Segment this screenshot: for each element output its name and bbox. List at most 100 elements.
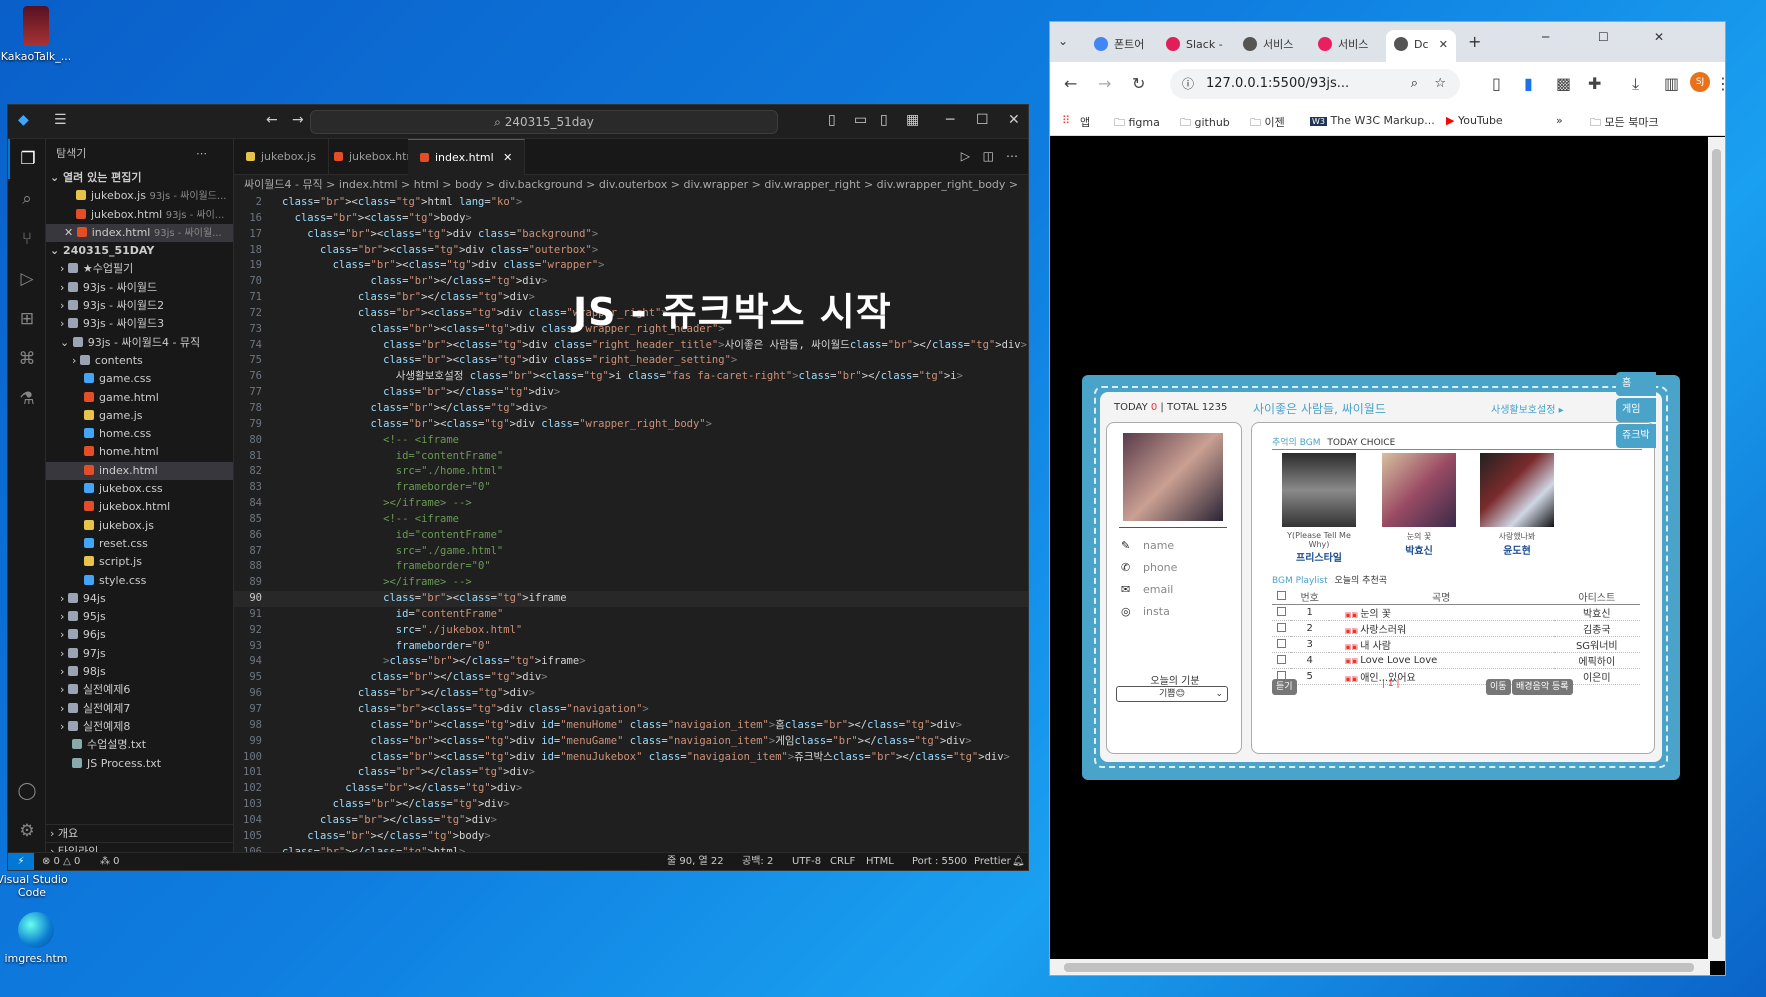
- file-tree-item[interactable]: › contents: [46, 352, 233, 370]
- more-bookmarks-icon[interactable]: »: [1556, 114, 1563, 127]
- bookmark-ezen[interactable]: 🗀︎ 이젠: [1250, 114, 1285, 133]
- code-line[interactable]: 91 id="contentFrame": [234, 607, 1028, 623]
- file-tree-item[interactable]: › 95js: [46, 608, 233, 626]
- toggle-sidebar-icon[interactable]: ▯: [828, 112, 836, 128]
- file-tree-item[interactable]: › 실전예제7: [46, 700, 233, 718]
- file-tree-item[interactable]: game.js: [46, 407, 233, 425]
- desktop-icon-imgres[interactable]: imgres.htm: [0, 912, 72, 965]
- live-server-port[interactable]: Port : 5500: [912, 853, 967, 870]
- maximize-button[interactable]: ☐: [976, 112, 989, 128]
- apps-icon[interactable]: ⠿: [1062, 114, 1070, 127]
- code-line[interactable]: 83 frameborder="0": [234, 480, 1028, 496]
- code-line[interactable]: 96 class="br"></class="tg">div>: [234, 686, 1028, 702]
- file-tree-item[interactable]: › 실전예제6: [46, 681, 233, 699]
- code-line[interactable]: 16 class="br"><class="tg">body>: [234, 211, 1028, 227]
- code-line[interactable]: 18 class="br"><class="tg">div class="out…: [234, 243, 1028, 259]
- reload-icon[interactable]: ↻: [1132, 74, 1145, 93]
- file-tree-item[interactable]: › 실전예제8: [46, 718, 233, 736]
- file-tree-item[interactable]: JS Process.txt: [46, 755, 233, 773]
- back-arrow-icon[interactable]: ←: [1064, 74, 1077, 93]
- download-icon[interactable]: ⤓: [1632, 74, 1639, 94]
- outline-section[interactable]: › 개요: [46, 824, 233, 842]
- file-tree-item[interactable]: home.css: [46, 425, 233, 443]
- file-tree-item[interactable]: reset.css: [46, 535, 233, 553]
- code-line[interactable]: 77 class="br"></class="tg">div>: [234, 385, 1028, 401]
- open-editors-section[interactable]: ⌄ 열려 있는 편집기: [46, 169, 233, 187]
- tab-index-html[interactable]: index.html ✕: [408, 139, 526, 175]
- language-status[interactable]: HTML: [866, 853, 894, 870]
- scroll-thumb[interactable]: [1064, 963, 1694, 972]
- vertical-scrollbar[interactable]: [1708, 137, 1725, 961]
- menu-icon[interactable]: ☰: [54, 112, 67, 128]
- code-line[interactable]: 90 class="br"><class="tg">iframe: [234, 591, 1028, 607]
- code-line[interactable]: 93 frameborder="0": [234, 639, 1028, 655]
- maximize-button[interactable]: ☐: [1598, 30, 1609, 44]
- open-editor-item[interactable]: jukebox.html 93js - 싸이...: [46, 206, 233, 224]
- select-all-checkbox[interactable]: [1272, 589, 1291, 605]
- row-checkbox[interactable]: [1272, 636, 1291, 653]
- nav-menu-home[interactable]: 홈: [1616, 372, 1656, 396]
- file-tree-item[interactable]: › 93js - 싸이월드: [46, 279, 233, 297]
- code-line[interactable]: 80 <!-- <iframe: [234, 433, 1028, 449]
- browser-tab[interactable]: 서비스: [1310, 30, 1384, 62]
- code-line[interactable]: 88 frameborder="0": [234, 559, 1028, 575]
- code-line[interactable]: 100 class="br"><class="tg">div id="menuJ…: [234, 750, 1028, 766]
- encoding-status[interactable]: UTF-8: [792, 853, 821, 870]
- layout-icon[interactable]: ▦: [906, 112, 919, 128]
- code-line[interactable]: 78 class="br"></class="tg">div>: [234, 401, 1028, 417]
- code-line[interactable]: 87 src="./game.html": [234, 544, 1028, 560]
- site-info-icon[interactable]: ⓘ: [1182, 69, 1194, 99]
- code-line[interactable]: 99 class="br"><class="tg">div id="menuGa…: [234, 734, 1028, 750]
- file-tree-item[interactable]: jukebox.js: [46, 517, 233, 535]
- browser-tab[interactable]: Dc ✕: [1386, 30, 1456, 62]
- indentation-status[interactable]: 공백: 2: [742, 853, 773, 870]
- pager[interactable]: | 1 |: [1382, 679, 1400, 689]
- code-line[interactable]: 103 class="br"></class="tg">div>: [234, 797, 1028, 813]
- file-tree-item[interactable]: › 94js: [46, 590, 233, 608]
- code-line[interactable]: 85 <!-- <iframe: [234, 512, 1028, 528]
- close-icon[interactable]: ✕: [64, 226, 77, 239]
- table-row[interactable]: 4 ▣▣ Love Love Love 에픽하이: [1272, 652, 1640, 669]
- album-card[interactable]: 눈의 꽃 박효신: [1378, 453, 1460, 557]
- nav-menu-game[interactable]: 게임: [1616, 398, 1656, 422]
- bookmark-github[interactable]: 🗀︎ github: [1180, 114, 1230, 133]
- workspace-root[interactable]: ⌄ 240315_51DAY: [46, 242, 233, 260]
- source-control-icon[interactable]: ⑂: [8, 219, 46, 259]
- listen-button[interactable]: 듣기: [1272, 679, 1297, 695]
- extension-icon[interactable]: ▯: [1492, 74, 1501, 93]
- extensions-icon[interactable]: ⊞: [8, 299, 46, 339]
- code-line[interactable]: 74 class="br"><class="tg">div class="rig…: [234, 338, 1028, 354]
- cursor-position[interactable]: 줄 90, 열 22: [667, 853, 724, 870]
- run-icon[interactable]: ▷: [961, 149, 970, 163]
- file-tree-item[interactable]: › 93js - 싸이월드3: [46, 315, 233, 333]
- run-debug-icon[interactable]: ▷: [8, 259, 46, 299]
- eol-status[interactable]: CRLF: [830, 853, 855, 870]
- file-tree-item[interactable]: home.html: [46, 443, 233, 461]
- chrome-menu-icon[interactable]: ⋮: [1715, 74, 1725, 93]
- split-editor-icon[interactable]: ◫: [983, 149, 994, 163]
- zoom-icon[interactable]: ⌕: [1411, 69, 1418, 99]
- notifications-icon[interactable]: 🔔︎: [1012, 853, 1025, 870]
- file-tree-item[interactable]: › 96js: [46, 626, 233, 644]
- code-line[interactable]: 94 >class="br"></class="tg">iframe>: [234, 654, 1028, 670]
- search-icon[interactable]: ⌕: [8, 179, 46, 219]
- file-tree-item[interactable]: › ★수업필기: [46, 260, 233, 278]
- problems-status[interactable]: ⊗ 0 △ 0: [42, 853, 80, 870]
- more-actions-icon[interactable]: ⋯: [196, 139, 207, 169]
- code-line[interactable]: 95 class="br"></class="tg">div>: [234, 670, 1028, 686]
- forward-arrow-icon[interactable]: →: [1098, 74, 1111, 93]
- remote-explorer-icon[interactable]: ⌘: [8, 339, 46, 379]
- nav-menu-jukebox[interactable]: 쥬크박스: [1616, 424, 1656, 448]
- file-tree-item[interactable]: style.css: [46, 572, 233, 590]
- desktop-icon-vscode[interactable]: Visual Studio Code: [0, 873, 68, 899]
- file-tree-item[interactable]: ⌄ 93js - 싸이월드4 - 뮤직: [46, 334, 233, 352]
- register-bgm-button[interactable]: 배경음악 등록: [1512, 679, 1573, 695]
- ports-status[interactable]: ⁂ 0: [100, 853, 120, 870]
- code-line[interactable]: 86 id="contentFrame": [234, 528, 1028, 544]
- code-line[interactable]: 84 ></iframe> -->: [234, 496, 1028, 512]
- play-icon[interactable]: ▣▣: [1345, 643, 1360, 651]
- close-button[interactable]: ✕: [1654, 30, 1664, 44]
- tab-jukebox-js[interactable]: jukebox.js: [234, 139, 329, 175]
- file-tree-item[interactable]: game.css: [46, 370, 233, 388]
- code-line[interactable]: 79 class="br"><class="tg">div class="wra…: [234, 417, 1028, 433]
